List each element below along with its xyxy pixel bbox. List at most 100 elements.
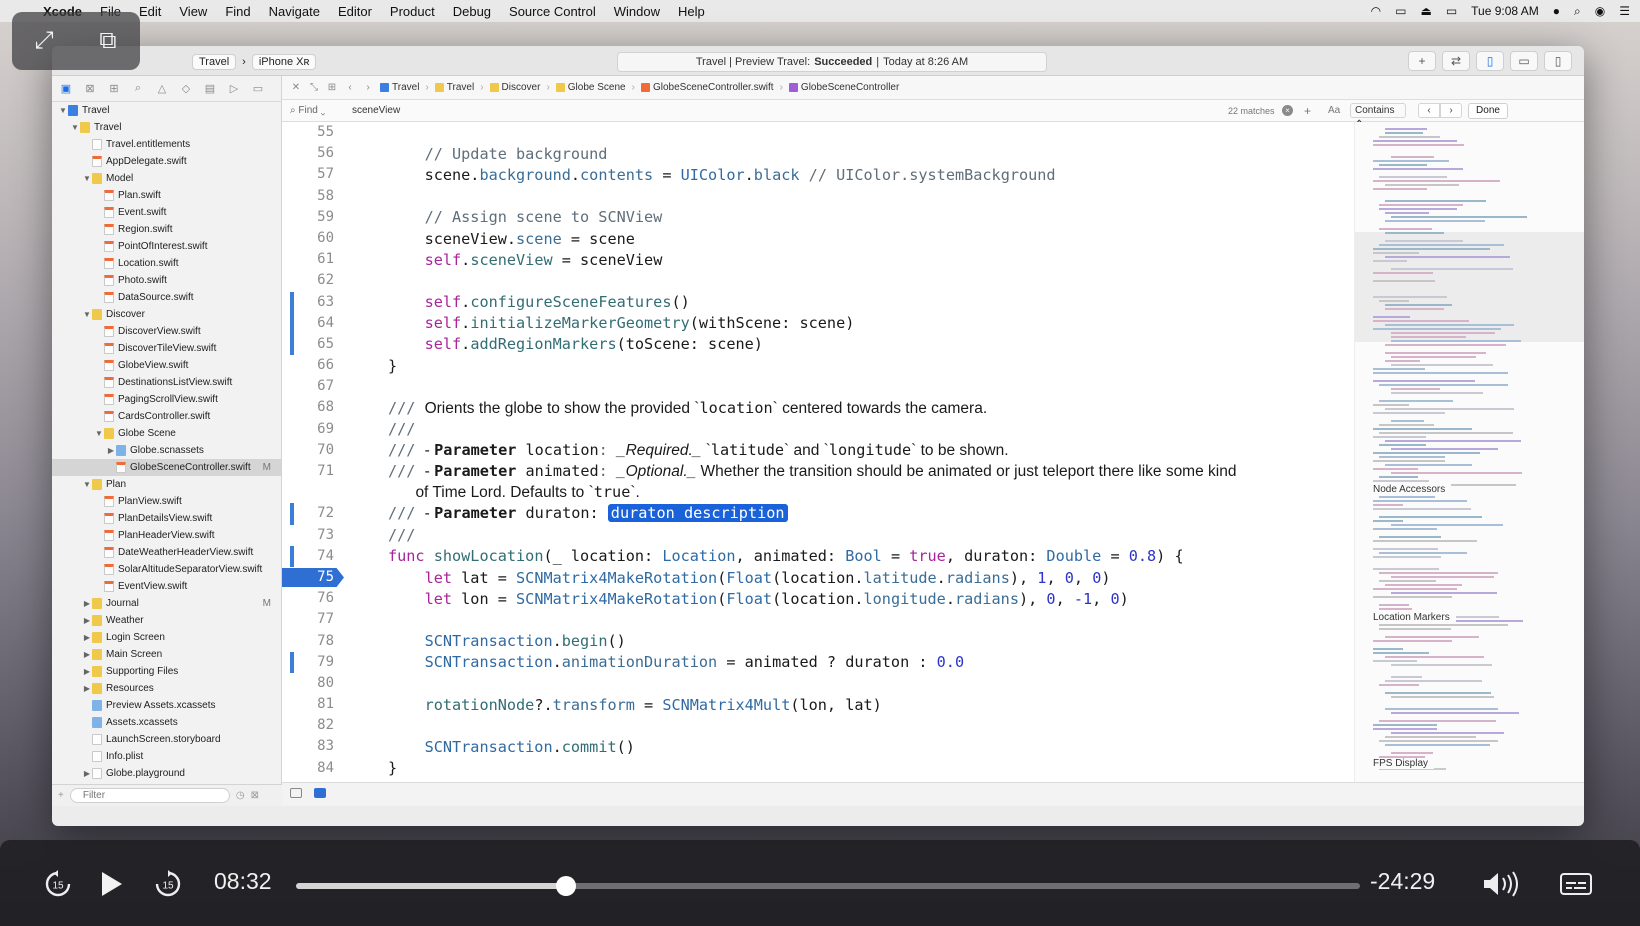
menu-find[interactable]: Find	[216, 4, 259, 19]
line-number-gutter[interactable]: 64	[282, 312, 358, 334]
breakpoint-icon[interactable]: ▷	[226, 82, 242, 95]
modified-files-icon[interactable]: ⊠	[251, 790, 259, 801]
test-icon[interactable]: ◇	[178, 82, 194, 95]
menu-window[interactable]: Window	[605, 4, 669, 19]
menu-product[interactable]: Product	[381, 4, 444, 19]
line-number-gutter[interactable]: 63	[282, 291, 358, 313]
minimap-section-label[interactable]: FPS Display	[1373, 758, 1435, 769]
line-number-gutter[interactable]: 59	[282, 207, 358, 228]
menu-navigate[interactable]: Navigate	[260, 4, 329, 19]
disclosure-open-icon[interactable]: ▼	[82, 174, 92, 183]
disclosure-open-icon[interactable]: ▼	[82, 480, 92, 489]
eject-icon[interactable]: ⏏	[1420, 4, 1431, 18]
tree-item[interactable]: ▼ Travel	[52, 119, 281, 136]
code-review-button[interactable]: ⇄	[1442, 51, 1470, 71]
line-number-gutter[interactable]: 81	[282, 694, 358, 715]
code-line[interactable]: 82	[282, 715, 1354, 736]
navigator-filter-input[interactable]	[69, 788, 230, 803]
symbol-icon[interactable]: ⊞	[106, 82, 122, 95]
code-line[interactable]: 69 ///	[282, 419, 1354, 440]
clear-search-icon[interactable]: ×	[1282, 105, 1293, 116]
tree-item[interactable]: ▶ Resources	[52, 680, 281, 697]
close-editor-icon[interactable]: ✕	[290, 82, 302, 93]
wifi-icon[interactable]: ◠	[1371, 4, 1381, 18]
hide-debug-area-icon[interactable]	[290, 788, 302, 798]
code-line[interactable]: 59 // Assign scene to SCNView	[282, 207, 1354, 228]
code-line[interactable]: 76 let lon = SCNMatrix4MakeRotation(Floa…	[282, 588, 1354, 609]
source-change-bar[interactable]	[290, 651, 294, 673]
tree-item[interactable]: PagingScrollView.swift	[52, 391, 281, 408]
toggle-navigator-button[interactable]: ▯	[1476, 51, 1504, 71]
breakpoint-arrow-icon[interactable]	[282, 567, 344, 587]
find-icon[interactable]: ⌕	[130, 82, 146, 95]
tree-item[interactable]: GlobeSceneController.swift M	[52, 459, 281, 476]
line-number-gutter[interactable]	[282, 482, 358, 503]
line-number-gutter[interactable]: 78	[282, 631, 358, 652]
menu-help[interactable]: Help	[669, 4, 714, 19]
previous-match-button[interactable]: ‹	[1418, 103, 1440, 118]
siri-icon[interactable]: ◉	[1595, 4, 1605, 18]
code-line[interactable]: 78 SCNTransaction.begin()	[282, 631, 1354, 652]
disclosure-closed-icon[interactable]: ▶	[82, 684, 92, 693]
breadcrumb-item[interactable]: GlobeSceneController.swift	[640, 82, 774, 93]
add-file-icon[interactable]: +	[58, 790, 64, 801]
breadcrumb-item[interactable]: Travel	[434, 82, 474, 93]
tree-item[interactable]: PlanHeaderView.swift	[52, 527, 281, 544]
code-line[interactable]: 56 // Update background	[282, 143, 1354, 164]
tree-item[interactable]: Assets.xcassets	[52, 714, 281, 731]
tree-item[interactable]: DiscoverView.swift	[52, 323, 281, 340]
code-line[interactable]: 67	[282, 376, 1354, 397]
skip-forward-15-icon[interactable]: 15	[148, 864, 188, 904]
breadcrumb-item[interactable]: GlobeSceneController	[788, 82, 899, 93]
progress-bar[interactable]	[296, 876, 1360, 896]
line-number-gutter[interactable]: 62	[282, 270, 358, 291]
source-change-bar[interactable]	[290, 545, 294, 567]
tree-item[interactable]: Location.swift	[52, 255, 281, 272]
user-icon[interactable]: ●	[1553, 4, 1560, 18]
tree-item[interactable]: ▶ Weather	[52, 612, 281, 629]
disclosure-closed-icon[interactable]: ▶	[82, 633, 92, 642]
tree-item[interactable]: ▼ Model	[52, 170, 281, 187]
airplay-icon[interactable]: ▭	[1395, 4, 1406, 18]
tree-item[interactable]: PlanDetailsView.swift	[52, 510, 281, 527]
line-number-gutter[interactable]: 57	[282, 164, 358, 185]
tree-item[interactable]: CardsController.swift	[52, 408, 281, 425]
volume-icon[interactable]	[1482, 864, 1522, 904]
menu-view[interactable]: View	[170, 4, 216, 19]
line-number-gutter[interactable]: 65	[282, 333, 358, 356]
line-number-gutter[interactable]: 56	[282, 143, 358, 164]
tree-item[interactable]: ▶ Main Screen	[52, 646, 281, 663]
spotlight-icon[interactable]: ⌕	[1574, 4, 1581, 19]
line-number-gutter[interactable]: 75	[282, 567, 358, 588]
skip-back-15-icon[interactable]: 15	[38, 864, 78, 904]
code-line[interactable]: 73 ///	[282, 525, 1354, 546]
tree-item[interactable]: DateWeatherHeaderView.swift	[52, 544, 281, 561]
menu-debug[interactable]: Debug	[444, 4, 500, 19]
disclosure-open-icon[interactable]: ▼	[94, 429, 104, 438]
code-line[interactable]: 61 self.sceneView = sceneView	[282, 249, 1354, 270]
code-line[interactable]: 70 /// - Parameter location: _Required._ …	[282, 440, 1354, 461]
next-match-button[interactable]: ›	[1440, 103, 1462, 118]
tree-item[interactable]: DestinationsListView.swift	[52, 374, 281, 391]
code-line[interactable]: 65 self.addRegionMarkers(toScene: scene)	[282, 333, 1354, 356]
code-line[interactable]: 64 self.initializeMarkerGeometry(withSce…	[282, 312, 1354, 334]
disclosure-open-icon[interactable]: ▼	[70, 123, 80, 132]
tree-item[interactable]: GlobeView.swift	[52, 357, 281, 374]
tree-item[interactable]: Region.swift	[52, 221, 281, 238]
clock-text[interactable]: Tue 9:08 AM	[1471, 4, 1539, 18]
menu-source-control[interactable]: Source Control	[500, 4, 605, 19]
code-line[interactable]: 66}	[282, 355, 1354, 376]
tree-item[interactable]: ▶ Journal M	[52, 595, 281, 612]
expand-icon[interactable]: ⤢	[24, 24, 64, 58]
tree-item[interactable]: LaunchScreen.storyboard	[52, 731, 281, 748]
code-line[interactable]: 72 /// - Parameter duraton: duraton descr…	[282, 503, 1354, 525]
related-items-icon[interactable]: ⤡	[308, 82, 320, 93]
find-query-field[interactable]: sceneView	[344, 105, 1204, 116]
tree-item[interactable]: PlanView.swift	[52, 493, 281, 510]
recent-files-icon[interactable]: ◷	[236, 790, 245, 801]
tree-item[interactable]: Plan.swift	[52, 187, 281, 204]
source-control-icon[interactable]: ⊠	[82, 82, 98, 95]
picture-in-picture-icon[interactable]: ⧉	[88, 24, 128, 58]
tree-item[interactable]: ▶ Supporting Files	[52, 663, 281, 680]
debug-icon[interactable]: ▤	[202, 82, 218, 95]
